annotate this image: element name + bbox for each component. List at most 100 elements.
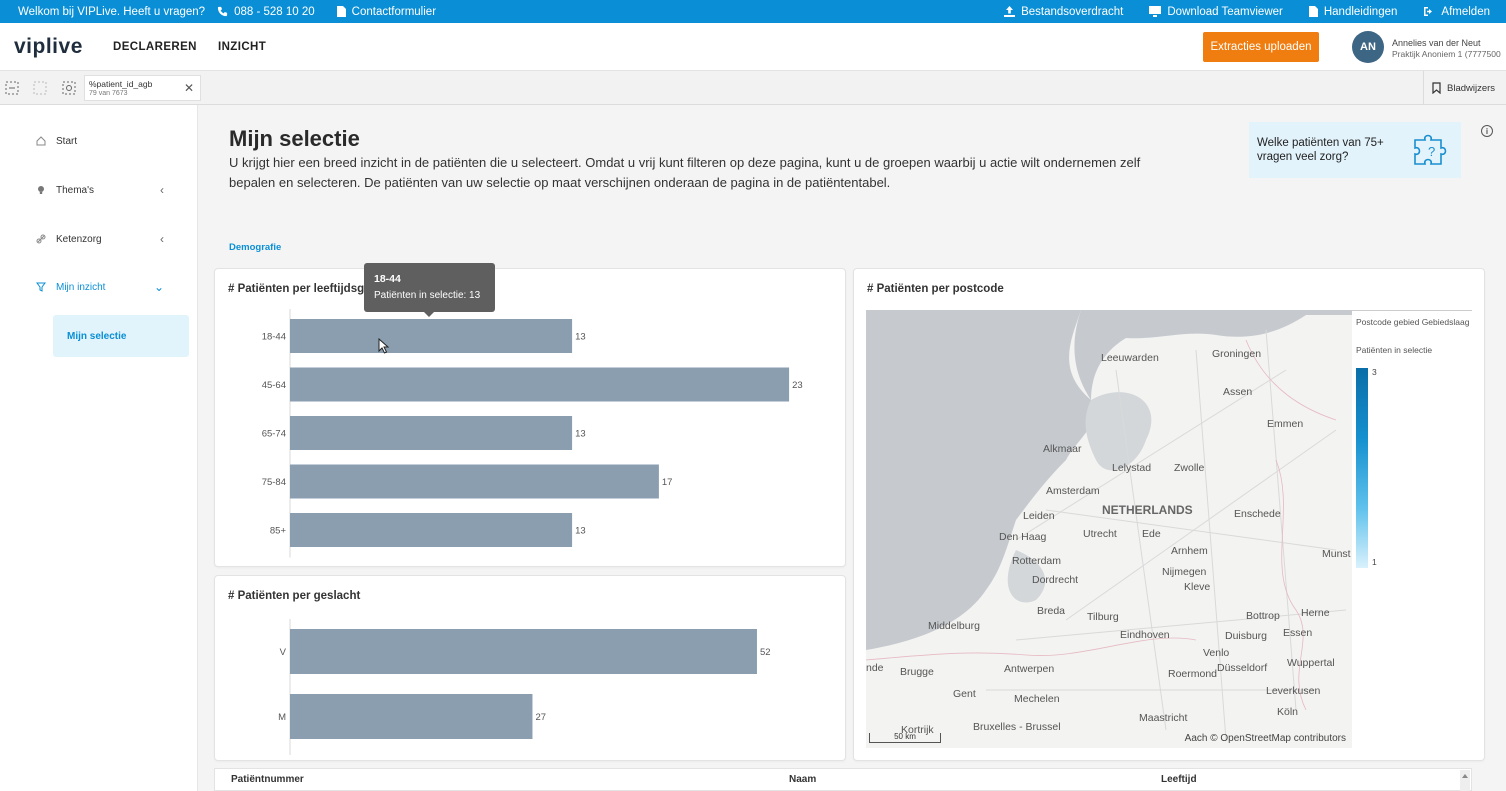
phone-icon bbox=[217, 6, 228, 17]
place-label: Herne bbox=[1301, 607, 1330, 619]
bookmark-icon bbox=[1432, 82, 1441, 94]
place-label: Tilburg bbox=[1087, 611, 1119, 623]
nav-declareren[interactable]: DECLAREREN bbox=[113, 41, 197, 53]
manuals-link[interactable]: Handleidingen bbox=[1308, 6, 1397, 18]
sidebar: Start Thema's ‹ Ketenzorg ‹ Mijn inzicht… bbox=[0, 105, 198, 791]
place-label: Köln bbox=[1277, 706, 1299, 718]
puzzle-question-icon: ? bbox=[1414, 134, 1447, 165]
place-label: Groningen bbox=[1212, 348, 1262, 360]
sidebar-subitem-mijn-selectie[interactable]: Mijn selectie bbox=[53, 315, 189, 357]
tab-demografie[interactable]: Demografie bbox=[229, 242, 281, 253]
sidebar-item-label: Thema's bbox=[56, 184, 95, 196]
top-bar: Welkom bij VIPLive. Heeft u vragen? 088 … bbox=[0, 0, 1506, 23]
place-label: Wuppertal bbox=[1287, 657, 1335, 669]
place-label: Alkmaar bbox=[1043, 443, 1082, 455]
cursor-icon bbox=[378, 338, 390, 354]
logo[interactable]: viplive bbox=[14, 35, 83, 59]
nav-inzicht[interactable]: INZICHT bbox=[218, 41, 266, 53]
legend-title: Postcode gebied Gebiedslaag bbox=[1356, 317, 1470, 327]
info-card-text: Welke patiënten van 75+ vragen veel zorg… bbox=[1257, 137, 1384, 163]
map-scale: 50 km bbox=[869, 733, 941, 743]
filter-icon bbox=[36, 282, 48, 292]
document-icon bbox=[336, 6, 346, 17]
step-back-icon[interactable] bbox=[33, 81, 47, 95]
postcode-map[interactable]: Leeuwarden Groningen Assen Emmen Alkmaar… bbox=[866, 310, 1352, 748]
column-header[interactable]: Patiëntnummer bbox=[231, 774, 304, 785]
place-label: Antwerpen bbox=[1004, 663, 1055, 675]
teamviewer-link[interactable]: Download Teamviewer bbox=[1149, 6, 1283, 18]
place-label: Brugge bbox=[900, 666, 934, 678]
info-card[interactable]: Welke patiënten van 75+ vragen veel zorg… bbox=[1249, 122, 1461, 178]
chevron-left-icon: ‹ bbox=[160, 232, 164, 246]
phone-number: 088 - 528 10 20 bbox=[234, 5, 315, 18]
close-icon[interactable]: ✕ bbox=[184, 81, 194, 95]
place-label: Nijmegen bbox=[1162, 566, 1207, 578]
selections-tool-icon[interactable] bbox=[5, 81, 19, 95]
place-label: Munst bbox=[1322, 548, 1351, 560]
map-attribution[interactable]: Aach © OpenStreetMap contributors bbox=[1185, 733, 1346, 744]
tooltip-body: Patiënten in selectie: 13 bbox=[374, 290, 481, 301]
place-label: Maastricht bbox=[1139, 712, 1188, 724]
category-label: 75-84 bbox=[262, 477, 286, 488]
data-label: 13 bbox=[575, 429, 586, 440]
age-bar-chart[interactable]: 18-44 13 45-64 23 65-74 13 75-84 17 85+ 13 bbox=[215, 269, 847, 568]
table-scrollbar[interactable] bbox=[1460, 770, 1470, 791]
place-label: Amsterdam bbox=[1046, 485, 1100, 497]
sidebar-item-themas[interactable]: Thema's ‹ bbox=[22, 171, 186, 209]
place-label: Mechelen bbox=[1014, 693, 1060, 705]
bar[interactable] bbox=[290, 319, 573, 353]
sidebar-item-label: Start bbox=[56, 135, 78, 147]
legend-min: 1 bbox=[1372, 557, 1377, 567]
legend-max: 3 bbox=[1372, 367, 1377, 377]
logout-icon bbox=[1424, 7, 1433, 16]
place-label: nde bbox=[866, 662, 884, 674]
patient-table-header: Patiëntnummer Naam Leeftijd bbox=[214, 768, 1472, 791]
bar[interactable] bbox=[290, 416, 573, 450]
sidebar-item-start[interactable]: Start bbox=[22, 122, 186, 160]
logout-link[interactable]: Afmelden bbox=[1423, 6, 1490, 18]
avatar[interactable]: AN bbox=[1352, 31, 1384, 63]
contact-link[interactable]: Contactformulier bbox=[336, 6, 436, 18]
bookmarks-button[interactable]: Bladwijzers bbox=[1423, 71, 1506, 105]
selection-field: %patient_id_agb bbox=[89, 79, 153, 89]
clear-selections-icon[interactable] bbox=[62, 81, 76, 95]
place-label: Assen bbox=[1223, 386, 1253, 398]
gender-bar-chart[interactable]: V 52 M 27 bbox=[215, 576, 847, 762]
sidebar-item-mijn-inzicht[interactable]: Mijn inzicht ⌄ bbox=[22, 268, 186, 306]
bar[interactable] bbox=[290, 513, 573, 547]
place-label: Bottrop bbox=[1246, 610, 1280, 622]
column-header[interactable]: Naam bbox=[789, 774, 816, 785]
chevron-down-icon: ⌄ bbox=[153, 280, 164, 294]
place-label: Lelystad bbox=[1112, 462, 1152, 474]
chevron-left-icon: ‹ bbox=[160, 183, 164, 197]
bar[interactable] bbox=[290, 629, 757, 674]
phone-link[interactable]: 088 - 528 10 20 bbox=[217, 6, 315, 18]
chart-tooltip: 18-44 Patiënten in selectie: 13 bbox=[364, 263, 495, 317]
info-icon[interactable]: i bbox=[1481, 125, 1493, 137]
category-label: 65-74 bbox=[262, 429, 286, 440]
bar[interactable] bbox=[290, 464, 659, 499]
upload-extractions-button[interactable]: Extracties uploaden bbox=[1203, 32, 1319, 62]
category-label: M bbox=[278, 712, 286, 723]
place-label: Gent bbox=[953, 688, 976, 700]
map-title: # Patiënten per postcode bbox=[867, 283, 1004, 295]
sidebar-item-label: Mijn inzicht bbox=[56, 281, 106, 293]
legend-measure: Patiënten in selectie bbox=[1356, 345, 1433, 355]
column-header[interactable]: Leeftijd bbox=[1161, 774, 1197, 785]
selection-chip[interactable]: %patient_id_agb 79 van 7673 ✕ bbox=[84, 75, 201, 101]
upload-icon bbox=[1004, 6, 1016, 17]
bar[interactable] bbox=[290, 694, 533, 739]
place-label: Leiden bbox=[1023, 510, 1055, 522]
bar[interactable] bbox=[290, 367, 790, 402]
place-label: Rotterdam bbox=[1012, 555, 1062, 567]
place-label: Middelburg bbox=[928, 620, 980, 632]
place-label: Venlo bbox=[1203, 647, 1230, 659]
place-label: Eindhoven bbox=[1120, 629, 1170, 641]
sidebar-item-ketenzorg[interactable]: Ketenzorg ‹ bbox=[22, 220, 186, 258]
welcome-text: Welkom bij VIPLive. Heeft u vragen? bbox=[18, 5, 206, 18]
file-transfer-link[interactable]: Bestandsoverdracht bbox=[1004, 6, 1123, 18]
data-label: 13 bbox=[575, 526, 586, 537]
page-title: Mijn selectie bbox=[229, 126, 360, 151]
user-name: Annelies van der Neut bbox=[1392, 38, 1481, 48]
place-label: Essen bbox=[1283, 627, 1313, 639]
